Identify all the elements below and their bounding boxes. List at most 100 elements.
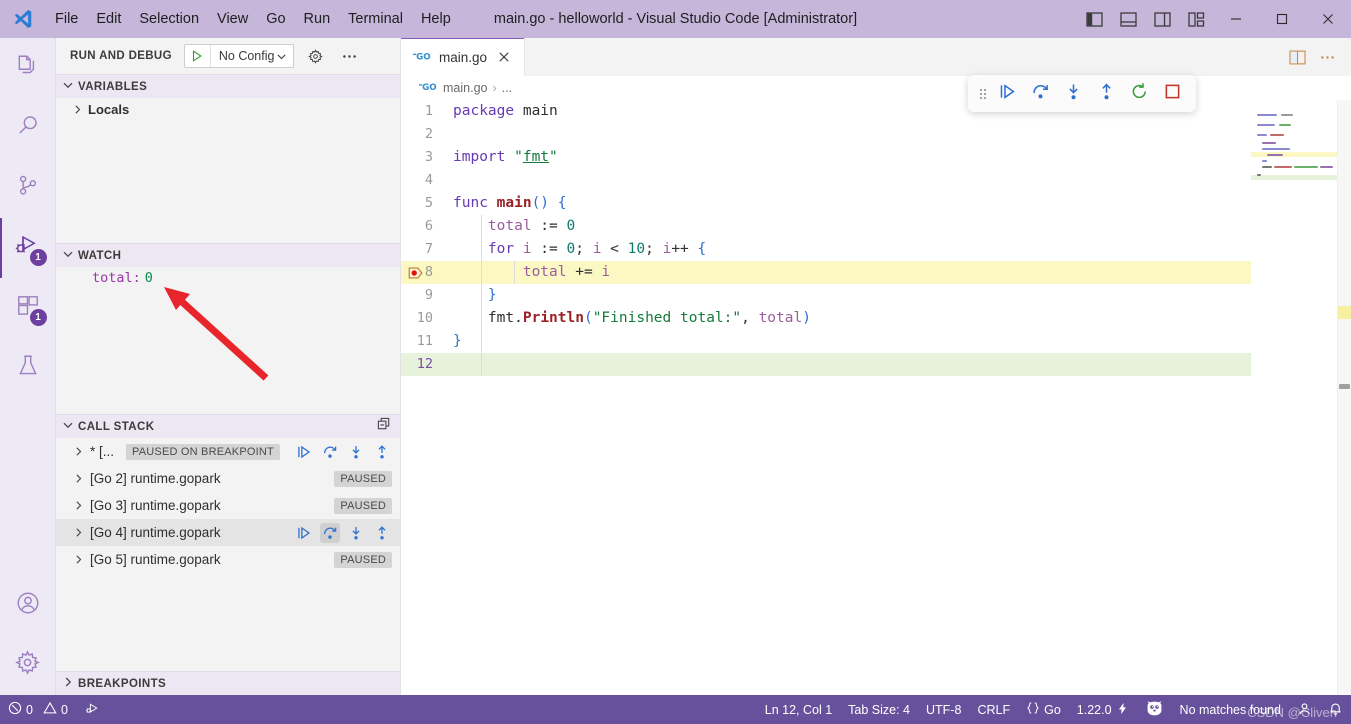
status-account[interactable] [1289, 695, 1320, 724]
call-stack-row-go4[interactable]: [Go 4] runtime.gopark [56, 519, 400, 546]
workbench-body: 1 1 RUN AND DEBUG No Config VARIABLES Lo… [0, 38, 1351, 695]
activity-item-testing[interactable] [0, 338, 56, 398]
continue-icon[interactable] [294, 523, 314, 543]
code-editor[interactable]: 1 package main 2 3 import "fmt" 4 5 func… [401, 100, 1351, 695]
collapse-all-icon[interactable] [377, 417, 392, 437]
step-into-icon[interactable] [346, 523, 366, 543]
warning-count: 0 [60, 702, 68, 717]
status-notifications[interactable] [1320, 695, 1351, 724]
status-editor-position[interactable]: Ln 12, Col 1 [757, 695, 840, 724]
step-over-button[interactable] [1025, 79, 1056, 109]
variables-scope-locals[interactable]: Locals [56, 98, 400, 120]
toggle-panel-icon[interactable] [1111, 0, 1145, 38]
chevron-right-icon[interactable] [70, 527, 86, 538]
step-over-icon[interactable] [320, 522, 340, 543]
minimap-code-line [1262, 142, 1276, 144]
chevron-down-icon[interactable] [276, 51, 293, 62]
status-gopher[interactable] [1137, 695, 1172, 724]
run-debug-icon [84, 700, 101, 720]
minimize-button[interactable] [1213, 0, 1259, 38]
close-icon[interactable] [494, 47, 514, 67]
editor-minimap[interactable] [1251, 100, 1337, 695]
status-start-debugging[interactable] [76, 695, 109, 724]
menu-selection[interactable]: Selection [130, 7, 208, 31]
watch-expression-row[interactable]: total: 0 [56, 267, 400, 289]
error-circle-icon [8, 701, 22, 718]
menu-help[interactable]: Help [412, 7, 460, 31]
call-stack-row-go3[interactable]: [Go 3] runtime.gopark PAUSED [56, 492, 400, 519]
status-editor-eol[interactable]: CRLF [969, 695, 1018, 724]
activity-item-accounts[interactable] [0, 575, 56, 635]
activity-item-run-and-debug[interactable]: 1 [0, 218, 56, 278]
drag-handle-icon[interactable] [976, 86, 990, 102]
chevron-right-icon[interactable] [70, 473, 86, 484]
customize-layout-icon[interactable] [1179, 0, 1213, 38]
line-number: 11 [416, 333, 433, 349]
stop-button[interactable] [1157, 79, 1188, 109]
activity-item-extensions[interactable]: 1 [0, 278, 56, 338]
menu-edit[interactable]: Edit [87, 7, 130, 31]
breadcrumb-item-file[interactable]: GO main.go [419, 80, 487, 96]
toggle-primary-sidebar-icon[interactable] [1077, 0, 1111, 38]
menu-terminal[interactable]: Terminal [339, 7, 412, 31]
open-launch-config-button[interactable] [302, 43, 328, 69]
call-stack-row-go2[interactable]: [Go 2] runtime.gopark PAUSED [56, 465, 400, 492]
chevron-right-icon[interactable] [70, 554, 86, 565]
status-search-result[interactable]: No matches found [1172, 695, 1289, 724]
breakpoint-marker-icon[interactable] [403, 261, 429, 284]
status-problems[interactable]: 0 0 [0, 695, 76, 724]
menu-file[interactable]: File [46, 7, 87, 31]
activity-item-search[interactable] [0, 98, 56, 158]
toggle-secondary-sidebar-icon[interactable] [1145, 0, 1179, 38]
step-out-icon[interactable] [372, 523, 392, 543]
chevron-right-icon[interactable] [70, 500, 86, 511]
chevron-right-icon[interactable] [70, 446, 86, 457]
more-editor-actions-icon[interactable] [1313, 42, 1341, 72]
debug-config-selector[interactable]: No Config [183, 44, 295, 68]
minimap-code-line [1279, 124, 1291, 126]
section-header-variables[interactable]: VARIABLES [56, 74, 400, 98]
status-editor-language[interactable]: Go [1018, 695, 1069, 724]
start-debug-icon[interactable] [185, 45, 211, 67]
tab-main-go[interactable]: GO main.go [401, 38, 526, 76]
status-go-version[interactable]: 1.22.0 [1069, 695, 1137, 724]
step-out-button[interactable] [1091, 79, 1122, 109]
step-out-icon[interactable] [372, 442, 392, 462]
menu-run[interactable]: Run [295, 7, 340, 31]
minimap-code-line [1294, 166, 1318, 168]
breadcrumb-item-symbol[interactable]: ... [502, 81, 512, 95]
section-header-breakpoints[interactable]: BREAKPOINTS [56, 671, 400, 695]
sidebar-more-actions-button[interactable] [336, 43, 362, 69]
status-editor-indentation[interactable]: Tab Size: 4 [840, 695, 918, 724]
section-header-watch[interactable]: WATCH [56, 243, 400, 267]
restart-button[interactable] [1124, 79, 1155, 109]
editor-scrollbar-thumb[interactable] [1339, 384, 1350, 389]
editor-overview-ruler[interactable] [1337, 100, 1351, 695]
continue-icon [998, 82, 1017, 106]
status-editor-encoding[interactable]: UTF-8 [918, 695, 969, 724]
activity-item-explorer[interactable] [0, 38, 56, 98]
step-into-icon[interactable] [346, 442, 366, 462]
continue-button[interactable] [992, 79, 1023, 109]
activity-bar: 1 1 [0, 38, 56, 695]
close-button[interactable] [1305, 0, 1351, 38]
debug-toolbar[interactable] [968, 75, 1196, 112]
split-editor-icon[interactable] [1283, 42, 1311, 72]
call-stack-row-thread-main[interactable]: * [... PAUSED ON BREAKPOINT [56, 438, 400, 465]
menu-go[interactable]: Go [257, 7, 294, 31]
status-bar-right: Ln 12, Col 1 Tab Size: 4 UTF-8 CRLF Go 1… [757, 695, 1351, 724]
continue-icon[interactable] [294, 442, 314, 462]
section-header-call-stack[interactable]: CALL STACK [56, 414, 400, 438]
menu-view[interactable]: View [208, 7, 257, 31]
call-stack-body: * [... PAUSED ON BREAKPOINT [Go 2] runti… [56, 438, 400, 590]
debug-config-label: No Config [218, 49, 275, 63]
activity-item-settings[interactable] [0, 635, 56, 695]
step-over-icon[interactable] [320, 442, 340, 462]
step-into-button[interactable] [1058, 79, 1089, 109]
maximize-button[interactable] [1259, 0, 1305, 38]
code-text: for i := 0; i < 10; i++ { [487, 241, 707, 257]
variables-body: Locals [56, 98, 400, 243]
call-stack-row-go5[interactable]: [Go 5] runtime.gopark PAUSED [56, 546, 400, 573]
step-into-icon [1064, 82, 1083, 106]
activity-item-source-control[interactable] [0, 158, 56, 218]
